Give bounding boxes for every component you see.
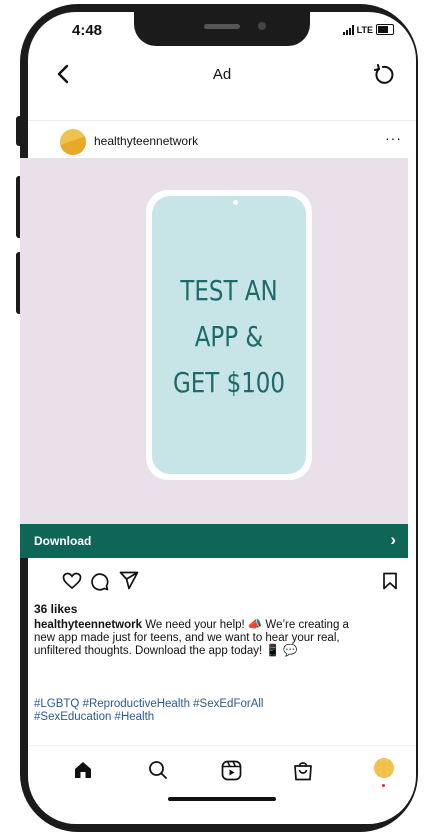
home-indicator[interactable]	[168, 797, 276, 801]
share-icon	[119, 571, 139, 590]
notification-dot	[382, 784, 385, 787]
download-cta-button[interactable]: Download ›	[20, 524, 408, 558]
battery-icon	[376, 24, 394, 35]
front-camera	[258, 22, 266, 30]
tab-home[interactable]	[73, 760, 93, 785]
notch	[134, 12, 310, 46]
illustrated-camera-dot	[233, 200, 238, 205]
tab-search[interactable]	[148, 760, 168, 785]
side-button-mute	[16, 116, 24, 146]
chevron-right-icon: ›	[390, 530, 396, 549]
refresh-button[interactable]	[372, 64, 394, 91]
nav-header: Ad	[28, 56, 416, 96]
page-title: Ad	[212, 66, 232, 83]
signal-icon	[342, 24, 354, 35]
share-button[interactable]	[119, 571, 139, 595]
post-hashtags[interactable]: #LGBTQ #ReproductiveHealth #SexEdForAll …	[34, 698, 334, 724]
reels-icon	[221, 760, 242, 781]
shop-icon	[294, 762, 312, 781]
caption-username[interactable]: healthyteennetwork	[34, 619, 142, 631]
post-caption: healthyteennetwork We need your help! 📣 …	[34, 619, 366, 658]
like-button[interactable]	[62, 572, 82, 595]
post-actions	[28, 566, 416, 598]
status-time: 4:48	[72, 22, 103, 39]
ad-headline-line-2: APP &	[194, 320, 264, 353]
more-options-button[interactable]: ···	[385, 130, 402, 146]
download-cta-label: Download	[34, 534, 92, 548]
ad-headline: TEST AN APP & GET $100	[166, 268, 292, 406]
save-button[interactable]	[382, 572, 398, 595]
tab-shop[interactable]	[293, 760, 313, 786]
bottom-tab-bar	[28, 745, 416, 796]
tab-reels[interactable]	[221, 760, 242, 786]
account-avatar[interactable]	[60, 129, 86, 155]
illustrated-phone-screen: TEST AN APP & GET $100	[152, 196, 306, 474]
bookmark-icon	[383, 572, 397, 590]
like-count[interactable]: 36 likes	[34, 602, 77, 616]
status-indicators: LTE	[342, 24, 394, 35]
ad-headline-line-3: GET $100	[172, 366, 286, 399]
tab-profile-avatar[interactable]	[374, 758, 394, 778]
speaker-grille	[204, 24, 240, 29]
home-icon	[75, 762, 91, 778]
refresh-icon	[374, 64, 394, 84]
network-type: LTE	[356, 24, 373, 35]
search-icon	[149, 761, 167, 779]
comment-icon	[91, 573, 109, 591]
post-header: healthyteennetwork ···	[28, 120, 416, 161]
ad-creative-image[interactable]: TEST AN APP & GET $100	[20, 158, 408, 524]
heart-icon	[62, 572, 82, 590]
ad-headline-line-1: TEST AN	[180, 274, 278, 307]
post-username[interactable]: healthyteennetwork	[94, 134, 198, 148]
comment-button[interactable]	[90, 572, 109, 596]
illustrated-phone: TEST AN APP & GET $100	[146, 190, 312, 480]
